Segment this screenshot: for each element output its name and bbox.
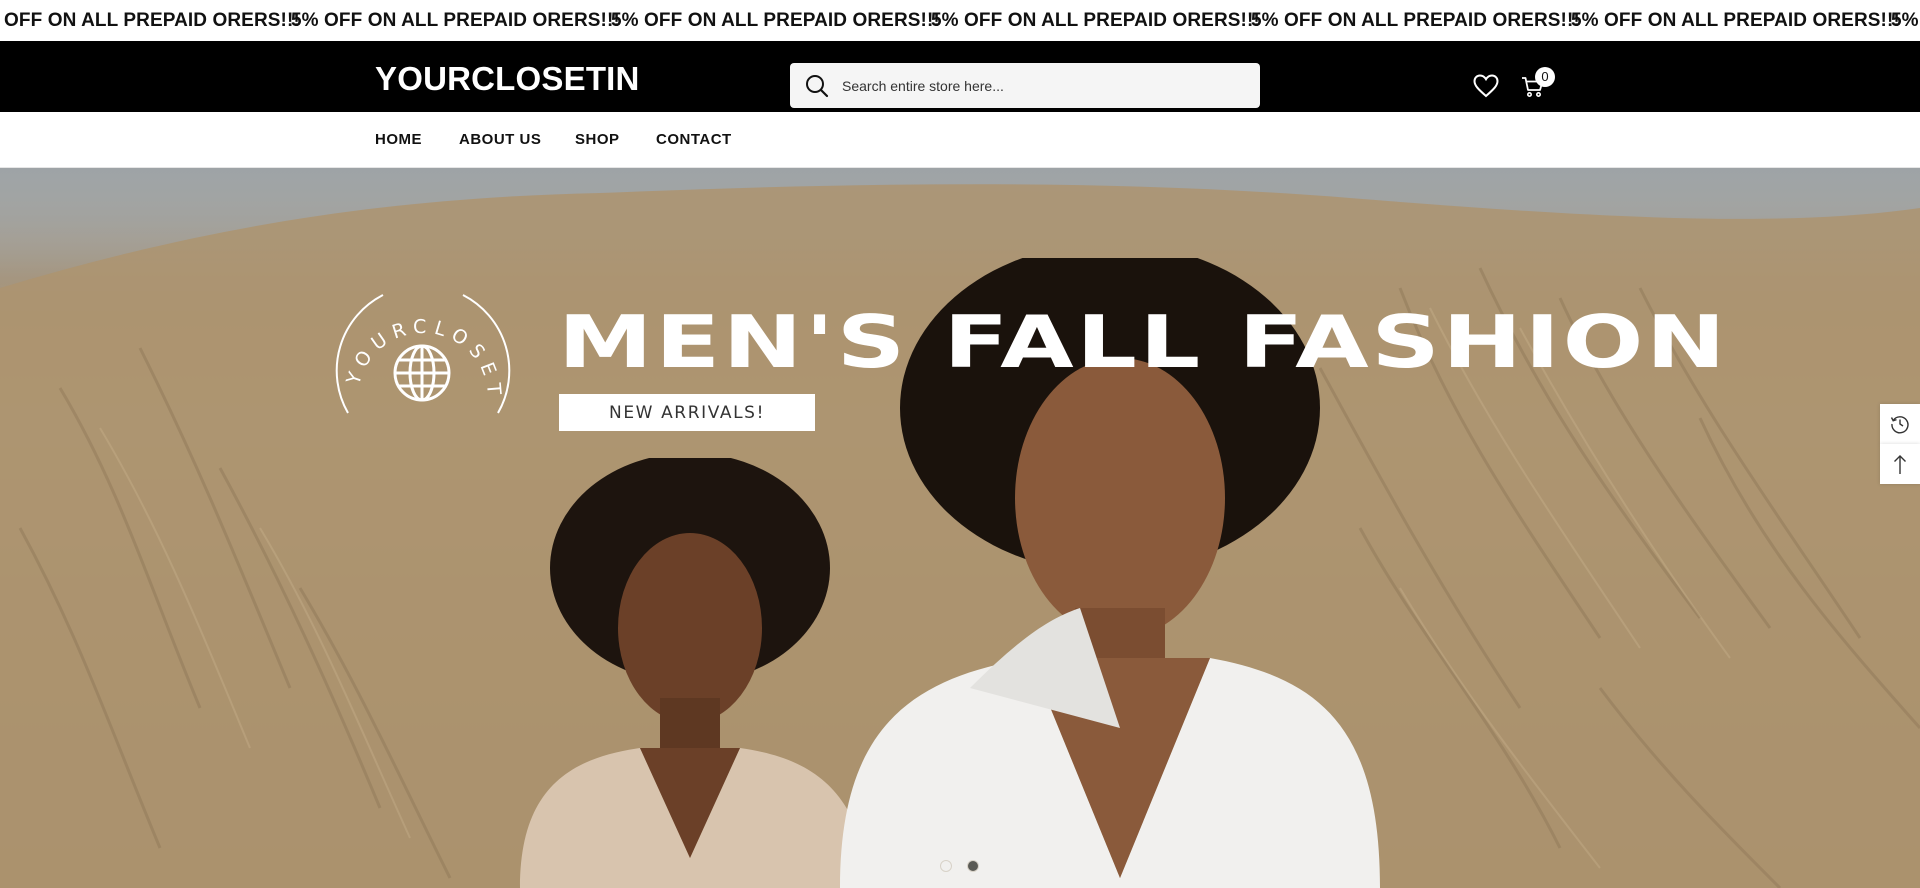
announcement-item: 5% OFF ON ALL PREPAID ORERS!!! [931, 9, 1260, 31]
announcement-item: 5% OFF ON ALL PREPAID ORERS!!! [1251, 9, 1580, 31]
announcement-track: 5% OFF ON ALL PREPAID ORERS!!! 5% OFF ON… [0, 0, 1920, 41]
recently-viewed-button[interactable] [1880, 404, 1920, 444]
search-icon[interactable] [804, 73, 830, 99]
search-box [790, 63, 1260, 108]
announcement-bar: 5% OFF ON ALL PREPAID ORERS!!! 5% OFF ON… [0, 0, 1920, 41]
hero-slideshow[interactable]: YOURCLOSET MEN'S FALL FASHION NEW ARRIVA… [0, 168, 1920, 888]
announcement-item: 5% OFF ON ALL PREPAID ORERS!!! [1891, 9, 1920, 31]
announcement-item: 5% OFF ON ALL PREPAID ORERS!!! [1571, 9, 1900, 31]
back-to-top-icon [1894, 455, 1906, 474]
back-to-top-button[interactable] [1880, 444, 1920, 484]
announcement-item: 5% OFF ON ALL PREPAID ORERS!!! [0, 9, 300, 31]
search-input[interactable] [842, 63, 1242, 108]
hero-title: MEN'S FALL FASHION [558, 300, 1729, 384]
site-logo[interactable]: YOURCLOSETIN [375, 62, 640, 95]
announcement-item: 5% OFF ON ALL PREPAID ORERS!!! [611, 9, 940, 31]
slide-dot-2[interactable] [967, 860, 979, 872]
recently-viewed-icon [1890, 416, 1909, 434]
main-nav: HOME ABOUT US SHOP CONTACT [0, 112, 1920, 168]
nav-item-contact[interactable]: CONTACT [656, 131, 732, 148]
announcement-item: 5% OFF ON ALL PREPAID ORERS!!! [291, 9, 620, 31]
cart-count-badge: 0 [1535, 67, 1555, 87]
site-header: YOURCLOSETIN 0 [0, 41, 1920, 112]
nav-item-shop[interactable]: SHOP [575, 131, 620, 148]
new-arrivals-button[interactable]: NEW ARRIVALS! [559, 394, 815, 431]
slide-dot-1[interactable] [940, 860, 952, 872]
nav-item-about-us[interactable]: ABOUT US [459, 131, 541, 148]
nav-item-home[interactable]: HOME [375, 131, 422, 148]
brand-badge-icon: YOURCLOSET [335, 294, 511, 414]
heart-icon[interactable] [1473, 74, 1499, 98]
